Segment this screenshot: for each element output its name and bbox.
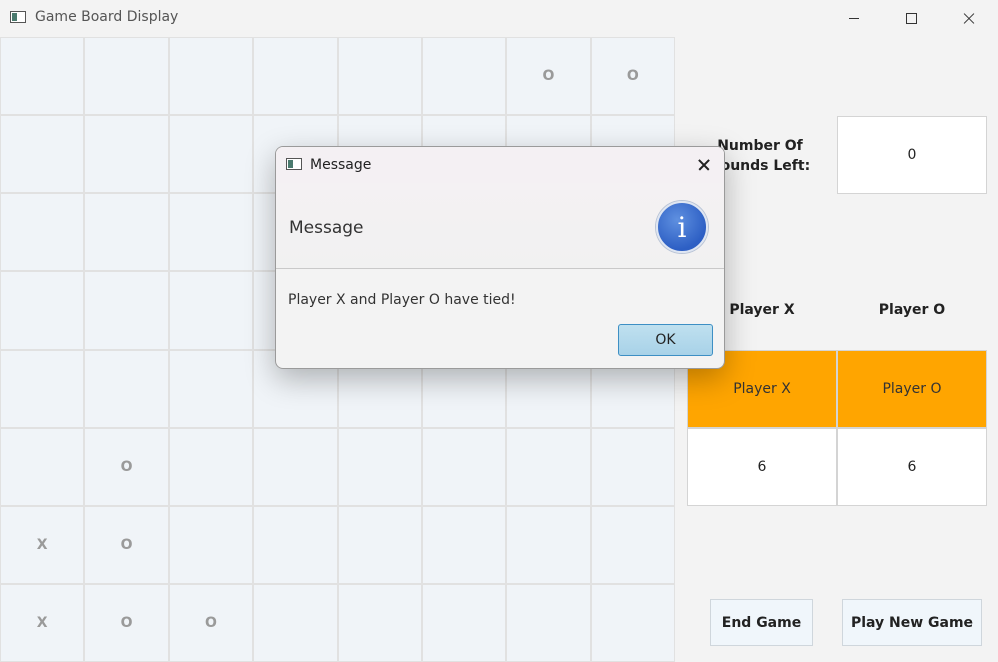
board-cell[interactable]: X bbox=[0, 505, 85, 584]
board-cell[interactable]: X bbox=[0, 583, 85, 662]
board-cell[interactable] bbox=[0, 193, 85, 272]
board-cell[interactable]: O bbox=[506, 37, 591, 116]
title-bar: Game Board Display bbox=[0, 0, 998, 36]
board-cell[interactable] bbox=[84, 37, 169, 116]
board-cell[interactable] bbox=[0, 271, 85, 350]
info-icon: i bbox=[656, 201, 708, 253]
maximize-icon[interactable] bbox=[888, 0, 934, 36]
board-cell[interactable]: O bbox=[84, 427, 169, 506]
player-o-score: 6 bbox=[837, 428, 987, 506]
board-cell[interactable] bbox=[84, 115, 169, 194]
close-icon[interactable] bbox=[946, 0, 992, 36]
board-cell[interactable] bbox=[0, 427, 85, 506]
dialog-title-bar: Message bbox=[276, 147, 724, 183]
board-cell[interactable] bbox=[168, 271, 254, 350]
board-cell[interactable] bbox=[168, 37, 254, 116]
board-cell[interactable] bbox=[0, 349, 85, 428]
board-cell[interactable] bbox=[0, 115, 85, 194]
board-cell[interactable] bbox=[506, 583, 591, 662]
message-dialog: Message Message i Player X and Player O … bbox=[275, 146, 725, 369]
board-cell[interactable] bbox=[421, 505, 507, 584]
board-cell[interactable] bbox=[253, 583, 338, 662]
board-cell[interactable] bbox=[421, 583, 507, 662]
minimize-icon[interactable] bbox=[831, 0, 877, 36]
dialog-window-icon bbox=[286, 158, 302, 170]
ok-button[interactable]: OK bbox=[618, 324, 713, 356]
end-game-button[interactable]: End Game bbox=[710, 599, 813, 646]
dialog-close-icon[interactable] bbox=[684, 147, 724, 183]
board-cell[interactable]: O bbox=[84, 505, 169, 584]
board-cell[interactable] bbox=[168, 427, 254, 506]
board-cell[interactable] bbox=[168, 193, 254, 272]
board-cell[interactable] bbox=[506, 505, 591, 584]
dialog-message: Player X and Player O have tied! bbox=[288, 292, 516, 308]
board-cell[interactable]: O bbox=[168, 583, 254, 662]
board-cell[interactable] bbox=[84, 271, 169, 350]
board-cell[interactable] bbox=[84, 193, 169, 272]
player-x-score: 6 bbox=[687, 428, 837, 506]
board-cell[interactable] bbox=[421, 427, 507, 506]
board-cell[interactable] bbox=[421, 37, 507, 116]
play-new-game-button[interactable]: Play New Game bbox=[842, 599, 982, 646]
board-cell[interactable]: O bbox=[84, 583, 169, 662]
window-title: Game Board Display bbox=[35, 9, 179, 25]
board-cell[interactable] bbox=[84, 349, 169, 428]
board-cell[interactable] bbox=[337, 427, 422, 506]
board-cell[interactable]: O bbox=[590, 37, 675, 116]
board-cell[interactable] bbox=[168, 115, 254, 194]
player-o-name: Player O bbox=[837, 350, 987, 428]
board-cell[interactable] bbox=[253, 505, 338, 584]
dialog-title: Message bbox=[310, 157, 372, 173]
board-cell[interactable] bbox=[337, 505, 422, 584]
board-cell[interactable] bbox=[168, 349, 254, 428]
dialog-header: Message i bbox=[276, 183, 724, 269]
player-o-header: Player O bbox=[878, 302, 946, 318]
board-cell[interactable] bbox=[253, 427, 338, 506]
board-cell[interactable] bbox=[590, 583, 675, 662]
board-cell[interactable] bbox=[253, 37, 338, 116]
board-cell[interactable] bbox=[506, 427, 591, 506]
dialog-header-text: Message bbox=[289, 218, 364, 238]
rounds-left-value: 0 bbox=[837, 116, 987, 194]
board-cell[interactable] bbox=[337, 583, 422, 662]
board-cell[interactable] bbox=[590, 427, 675, 506]
board-cell[interactable] bbox=[590, 505, 675, 584]
board-cell[interactable] bbox=[168, 505, 254, 584]
board-cell[interactable] bbox=[337, 37, 422, 116]
app-window-icon bbox=[10, 11, 26, 23]
board-cell[interactable] bbox=[0, 37, 85, 116]
